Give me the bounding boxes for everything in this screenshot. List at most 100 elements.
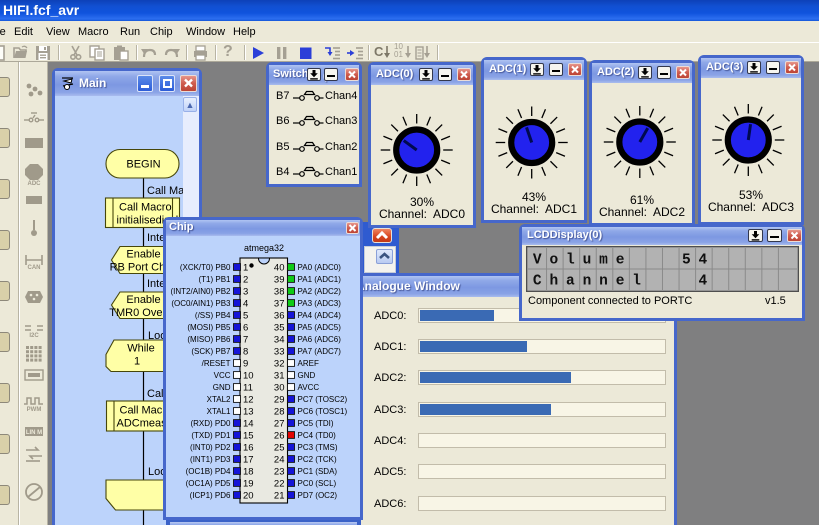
svg-text:(RXD) PD0: (RXD) PD0 <box>190 419 231 428</box>
svg-text:34: 34 <box>274 335 285 346</box>
svg-text:PC4 (TD0): PC4 (TD0) <box>298 431 337 440</box>
svg-text:(OC1A) PD5: (OC1A) PD5 <box>186 479 231 488</box>
svg-text:11: 11 <box>243 383 253 394</box>
svg-text:m: m <box>599 253 608 269</box>
svg-text:29: 29 <box>274 395 285 406</box>
svg-text:38: 38 <box>274 287 285 298</box>
svg-text:ADC: ADC <box>28 181 42 186</box>
svg-text:(OC0/AIN1) PB3: (OC0/AIN1) PB3 <box>171 299 231 308</box>
svg-text:33: 33 <box>274 347 285 358</box>
svg-text:n: n <box>583 274 592 290</box>
svg-text:39: 39 <box>274 275 285 286</box>
svg-text:3: 3 <box>243 287 248 298</box>
svg-text:PC1 (SDA): PC1 (SDA) <box>298 467 338 476</box>
svg-text:XTAL1: XTAL1 <box>207 407 231 416</box>
svg-text:40: 40 <box>274 263 285 274</box>
svg-text:h: h <box>549 274 558 290</box>
svg-text:u: u <box>583 253 592 269</box>
svg-text:19: 19 <box>243 479 254 490</box>
svg-text:28: 28 <box>274 407 285 418</box>
svg-text:Enable: Enable <box>126 294 160 306</box>
svg-text:1: 1 <box>243 263 248 274</box>
svg-text:AVCC: AVCC <box>298 383 320 392</box>
svg-text:XTAL2: XTAL2 <box>207 395 231 404</box>
svg-text:PWM: PWM <box>27 407 42 413</box>
svg-text:GND: GND <box>213 383 231 392</box>
svg-text:10: 10 <box>243 371 254 382</box>
svg-text:l: l <box>632 274 641 290</box>
svg-text:35: 35 <box>274 323 285 334</box>
svg-text:PC6 (TOSC1): PC6 (TOSC1) <box>298 407 348 416</box>
svg-text:22: 22 <box>274 479 285 490</box>
svg-text:27: 27 <box>274 419 285 430</box>
svg-text:30: 30 <box>274 383 285 394</box>
svg-text:(TXD) PD1: (TXD) PD1 <box>191 431 231 440</box>
svg-text:AREF: AREF <box>298 359 319 368</box>
svg-text:37: 37 <box>274 299 285 310</box>
svg-text:9: 9 <box>243 359 248 370</box>
svg-text:While: While <box>127 343 155 355</box>
svg-text:6: 6 <box>243 323 248 334</box>
svg-text:20: 20 <box>243 491 254 502</box>
svg-text:25: 25 <box>274 443 285 454</box>
svg-text:32: 32 <box>274 359 285 370</box>
svg-text:o: o <box>549 253 558 269</box>
svg-text:(XCK/T0) PB0: (XCK/T0) PB0 <box>180 263 231 272</box>
svg-text:e: e <box>616 253 625 269</box>
svg-text:PA1 (ADC1): PA1 (ADC1) <box>298 275 342 284</box>
svg-text:31: 31 <box>274 371 285 382</box>
svg-text:PA3 (ADC3): PA3 (ADC3) <box>298 299 342 308</box>
svg-text:a: a <box>566 274 575 290</box>
svg-text:(T1) PB1: (T1) PB1 <box>198 275 231 284</box>
svg-text:4: 4 <box>243 299 248 310</box>
svg-text:PA2 (ADC2): PA2 (ADC2) <box>298 287 342 296</box>
svg-text:12: 12 <box>243 395 254 406</box>
svg-text:n: n <box>599 274 608 290</box>
svg-text:PC7 (TOSC2): PC7 (TOSC2) <box>298 395 348 404</box>
svg-text:e: e <box>616 274 625 290</box>
svg-text:Call Macro: Call Macro <box>119 202 172 214</box>
svg-text:(INT1) PD3: (INT1) PD3 <box>190 455 231 464</box>
svg-text:14: 14 <box>243 419 254 430</box>
svg-text:(ICP1) PD6: (ICP1) PD6 <box>190 491 231 500</box>
svg-text:C: C <box>533 274 542 290</box>
svg-text:2: 2 <box>243 275 248 286</box>
svg-text:PA4 (ADC4): PA4 (ADC4) <box>298 311 342 320</box>
svg-text:16: 16 <box>243 443 254 454</box>
svg-text:(OC1B) PD4: (OC1B) PD4 <box>186 467 231 476</box>
svg-text:36: 36 <box>274 311 285 322</box>
svg-text:/RESET: /RESET <box>202 359 231 368</box>
svg-text:PC3 (TMS): PC3 (TMS) <box>298 443 338 452</box>
svg-text:PC0 (SCL): PC0 (SCL) <box>298 479 337 488</box>
svg-text:4: 4 <box>699 253 708 269</box>
svg-text:PA5 (ADC5): PA5 (ADC5) <box>298 323 342 332</box>
svg-text:(/SS) PB4: (/SS) PB4 <box>195 311 231 320</box>
svg-text:4: 4 <box>699 274 708 290</box>
svg-text:LIN M: LIN M <box>26 430 42 436</box>
svg-text:23: 23 <box>274 467 285 478</box>
svg-text:BEGIN: BEGIN <box>126 159 160 171</box>
svg-text:26: 26 <box>274 431 285 442</box>
svg-text:atmega32: atmega32 <box>244 243 284 253</box>
svg-text:21: 21 <box>274 491 285 502</box>
svg-text:Enable: Enable <box>126 249 160 261</box>
svg-text:(MOSI) PB5: (MOSI) PB5 <box>187 323 231 332</box>
svg-text:PD7 (OC2): PD7 (OC2) <box>298 491 338 500</box>
svg-text:V: V <box>533 253 542 269</box>
svg-text:(SCK) PB7: (SCK) PB7 <box>191 347 231 356</box>
svg-text:PA7 (ADC7): PA7 (ADC7) <box>298 347 342 356</box>
svg-text:7: 7 <box>243 335 248 346</box>
svg-text:1: 1 <box>134 356 140 368</box>
svg-text:24: 24 <box>274 455 285 466</box>
svg-text:PC2 (TCK): PC2 (TCK) <box>298 455 337 464</box>
svg-text:13: 13 <box>243 407 254 418</box>
svg-text:CAN: CAN <box>28 265 41 271</box>
svg-text:PC5 (TDI): PC5 (TDI) <box>298 419 334 428</box>
svg-text:VCC: VCC <box>214 371 231 380</box>
svg-text:PA6 (ADC6): PA6 (ADC6) <box>298 335 342 344</box>
svg-text:(INT0) PD2: (INT0) PD2 <box>190 443 231 452</box>
svg-text:5: 5 <box>682 253 691 269</box>
svg-text:15: 15 <box>243 431 254 442</box>
svg-text:18: 18 <box>243 467 254 478</box>
svg-text:5: 5 <box>243 311 248 322</box>
